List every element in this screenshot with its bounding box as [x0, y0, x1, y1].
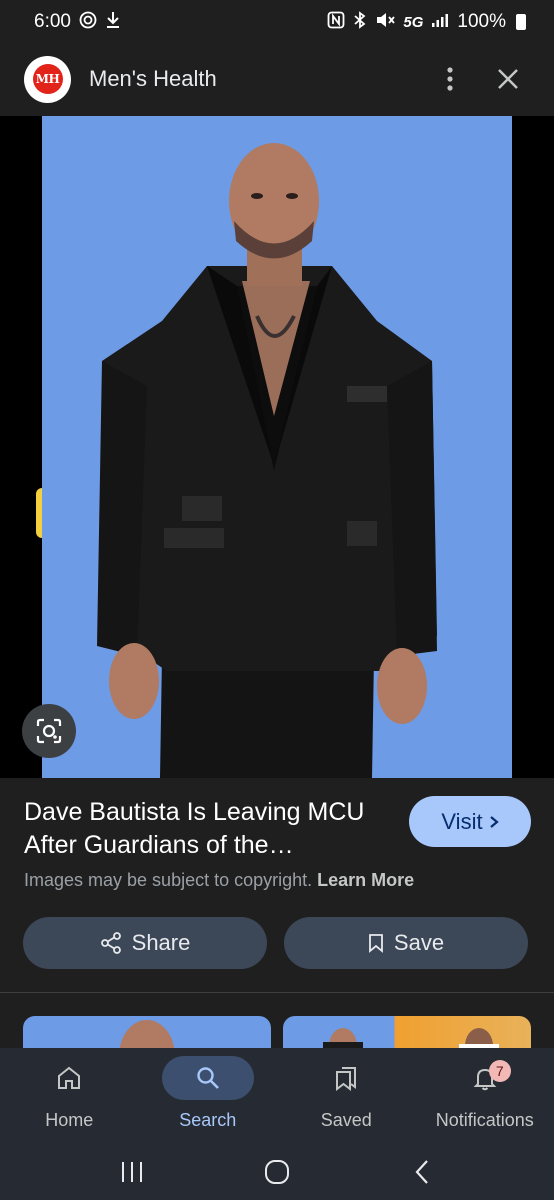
preview-photo[interactable]	[42, 116, 512, 778]
nav-label-notifications: Notifications	[435, 1110, 534, 1130]
bottom-navigation: Home Search Saved 7 Notifications	[0, 1048, 554, 1144]
more-vert-icon	[447, 67, 453, 91]
nav-item-home[interactable]: Home	[0, 1048, 139, 1144]
battery-icon	[516, 14, 526, 30]
home-icon	[58, 1066, 81, 1089]
nav-pill-search	[161, 1056, 254, 1100]
nav-label-saved: Saved	[320, 1110, 372, 1130]
result-title[interactable]: Dave Bautista Is Leaving MCU After Guard…	[24, 796, 394, 862]
back-button[interactable]	[392, 1152, 452, 1192]
close-button[interactable]	[486, 57, 530, 101]
nav-item-notifications[interactable]: 7 Notifications	[416, 1048, 554, 1144]
more-options-button[interactable]	[428, 57, 472, 101]
visit-label: Visit	[441, 808, 483, 834]
share-icon	[100, 932, 121, 954]
copyright-text: Images may be subject to copyright.	[24, 870, 313, 890]
nav-pill-home	[23, 1056, 115, 1100]
bookmark-icon	[369, 934, 383, 953]
copyright-notice: Images may be subject to copyright. Lear…	[24, 870, 414, 891]
lens-icon	[36, 718, 62, 744]
nav-pill-notifications: 7	[439, 1056, 531, 1100]
home-button[interactable]	[247, 1152, 307, 1192]
recents-button[interactable]	[102, 1152, 162, 1192]
chevron-right-icon	[489, 815, 499, 828]
recents-icon	[122, 1162, 143, 1182]
lens-search-button[interactable]	[22, 704, 76, 758]
close-icon	[498, 69, 518, 89]
save-label: Save	[393, 930, 445, 955]
battery-level: 100%	[457, 11, 506, 32]
status-right: 5G 100%	[327, 10, 526, 34]
bluetooth-icon	[353, 10, 367, 34]
save-button[interactable]: Save	[284, 917, 528, 969]
share-label: Share	[131, 930, 191, 955]
divider	[0, 992, 554, 993]
site-name[interactable]: Men's Health	[89, 66, 414, 92]
status-bar: 6:00 5G 100%	[0, 0, 554, 44]
learn-more-link[interactable]: Learn More	[317, 870, 414, 890]
site-logo-text: MH	[32, 64, 63, 94]
signal-icon	[431, 12, 449, 33]
nfc-icon	[327, 11, 345, 34]
nav-item-saved[interactable]: Saved	[277, 1048, 416, 1144]
status-time: 6:00	[34, 11, 71, 32]
home-circle-icon	[264, 1160, 289, 1184]
status-left: 6:00	[34, 11, 121, 34]
system-navigation-bar	[0, 1144, 554, 1200]
person-illustration	[42, 116, 512, 778]
saved-icon	[336, 1067, 357, 1091]
back-icon	[415, 1160, 428, 1184]
mute-icon	[375, 11, 396, 34]
nav-item-search[interactable]: Search	[139, 1048, 278, 1144]
notification-badge: 7	[488, 1060, 511, 1082]
image-preview[interactable]	[0, 116, 554, 778]
visit-button[interactable]: Visit	[409, 796, 531, 847]
result-info-panel: Dave Bautista Is Leaving MCU After Guard…	[0, 778, 554, 1056]
network-type: 5G	[403, 13, 424, 31]
nav-pill-saved	[300, 1056, 392, 1100]
nav-label-search: Search	[179, 1110, 237, 1130]
search-icon	[197, 1067, 219, 1089]
site-logo[interactable]: MH	[24, 55, 71, 103]
share-button[interactable]: Share	[23, 917, 267, 969]
nav-label-home: Home	[45, 1110, 94, 1130]
download-icon	[105, 11, 121, 34]
location-icon	[79, 11, 97, 34]
viewer-header: MH Men's Health	[0, 44, 554, 114]
